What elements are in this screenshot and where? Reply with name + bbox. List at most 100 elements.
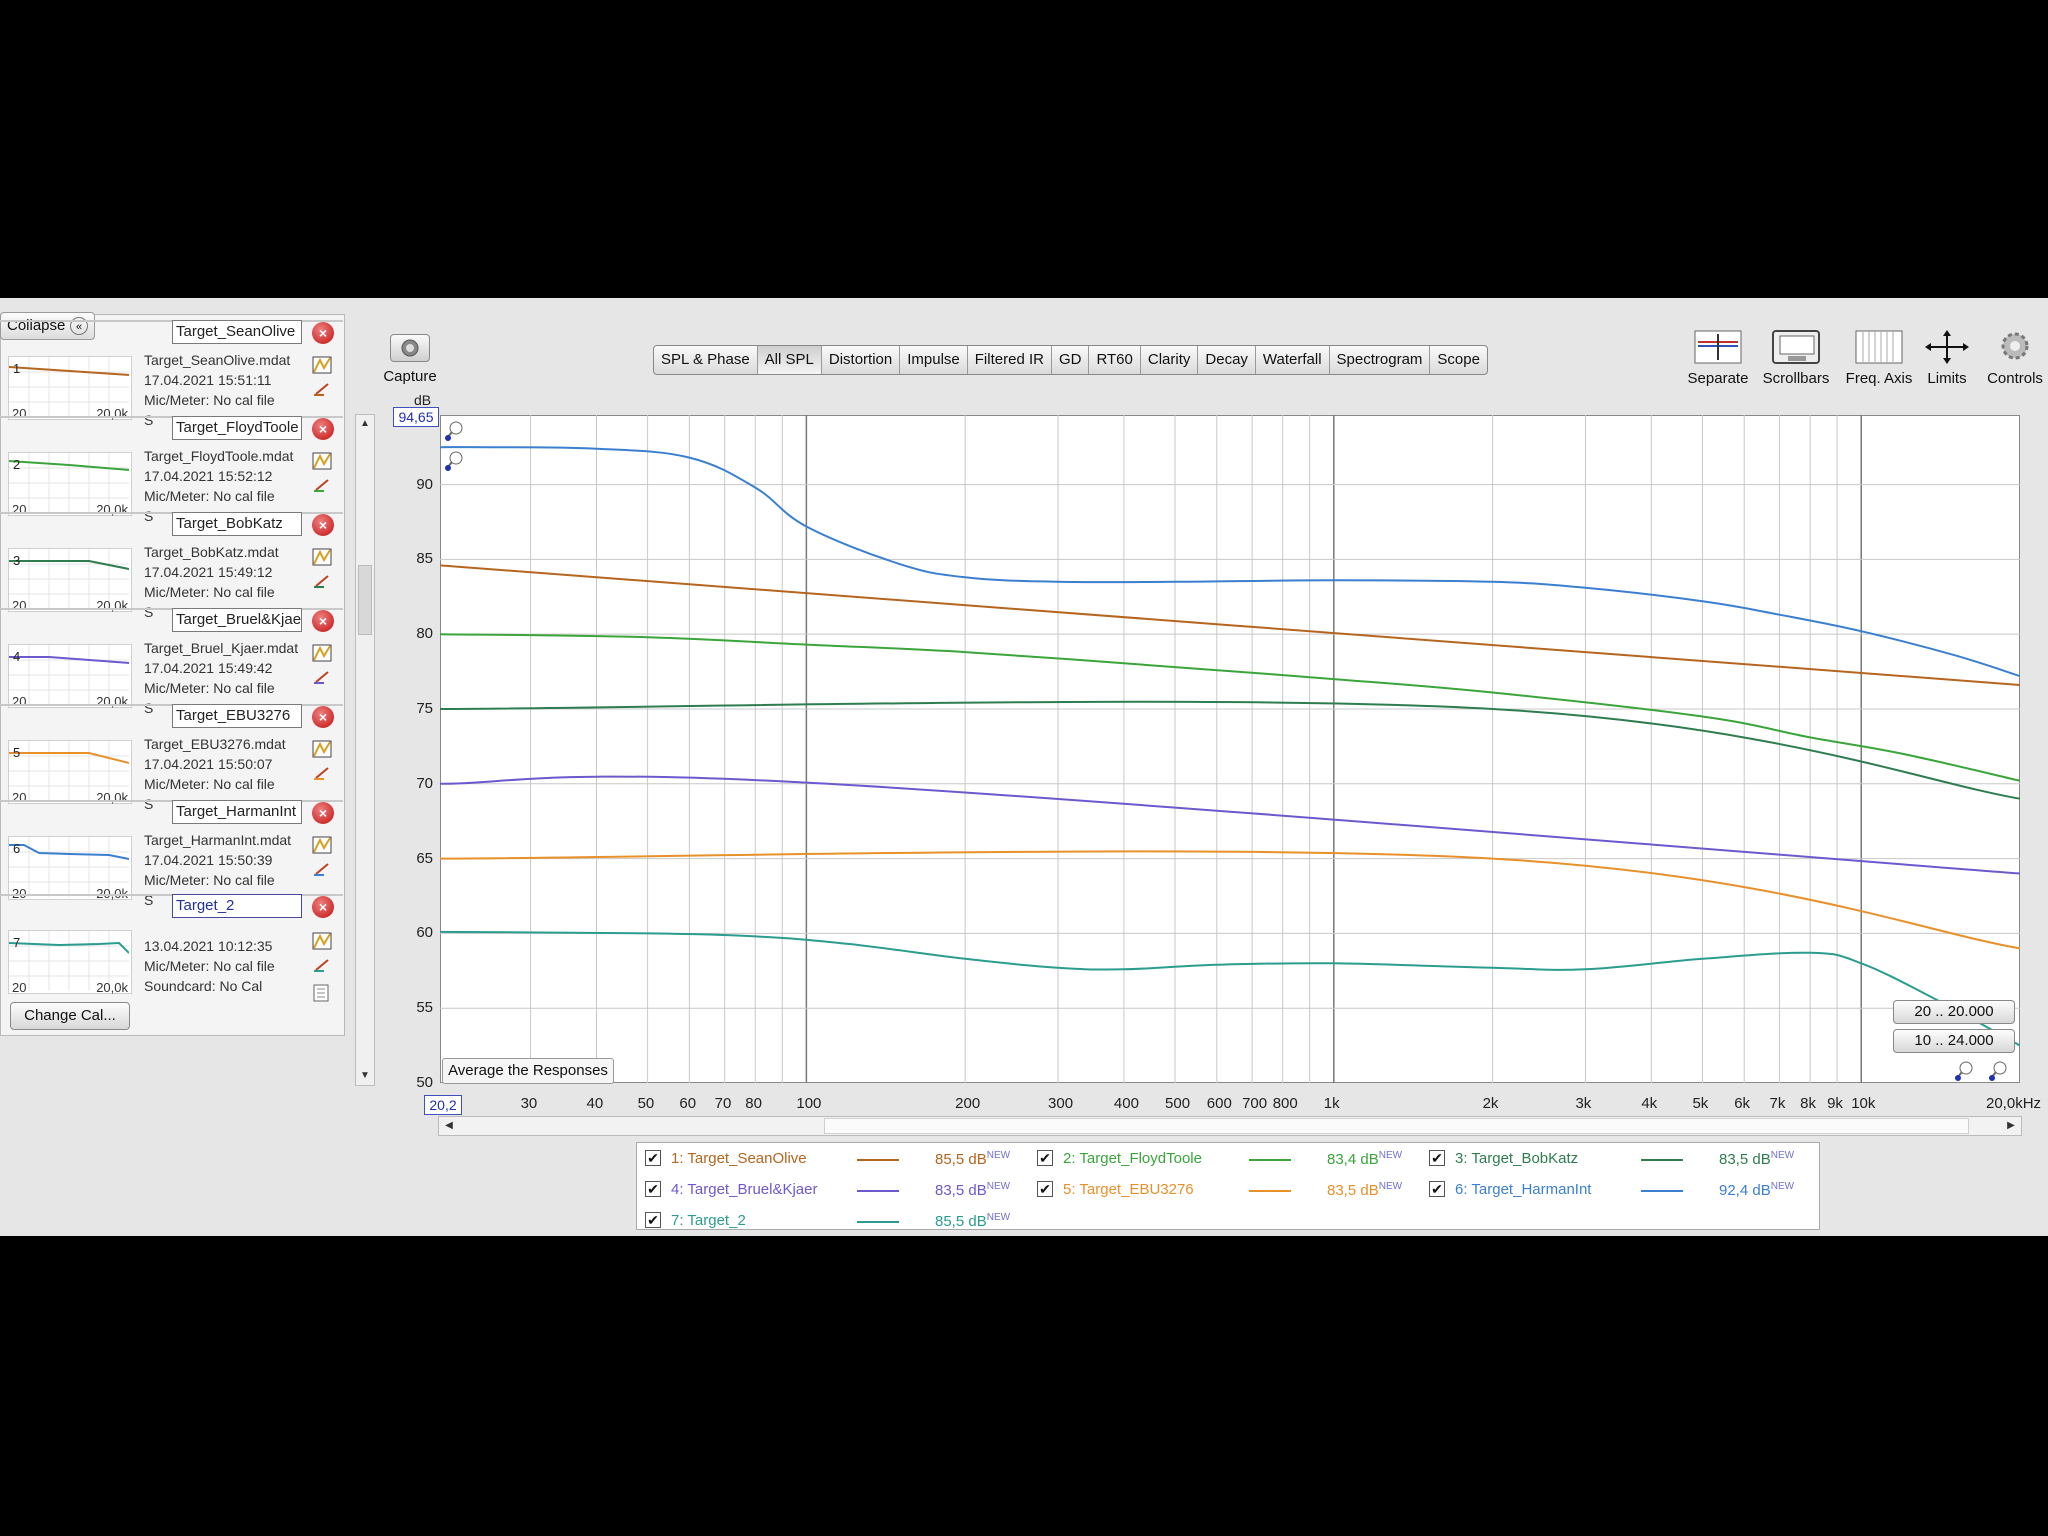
legend-checkbox[interactable]: ✔ <box>1429 1181 1445 1197</box>
measurement-settings-icon[interactable] <box>312 836 332 854</box>
legend-item[interactable]: ✔ 1: Target_SeanOlive 85,5 dBNEW <box>639 1147 1031 1171</box>
tab-filtered-ir[interactable]: Filtered IR <box>968 346 1052 374</box>
measurement-settings-icon[interactable] <box>312 644 332 662</box>
legend-item[interactable]: ✔ 6: Target_HarmanInt 92,4 dBNEW <box>1423 1178 1815 1202</box>
measurement-row[interactable]: 62020,0k Target_HarmanInt × Target_HarmanIn… <box>0 800 343 908</box>
tab-decay[interactable]: Decay <box>1198 346 1256 374</box>
tab-spl-phase[interactable]: SPL & Phase <box>654 346 758 374</box>
range-20-20000-button[interactable]: 20 .. 20.000 <box>1893 1000 2015 1024</box>
measurement-name-input[interactable]: Target_2 <box>172 894 302 918</box>
measurement-name-input[interactable]: Target_EBU3276 <box>172 704 302 728</box>
legend-item[interactable]: ✔ 3: Target_BobKatz 83,5 dBNEW <box>1423 1147 1815 1171</box>
measurement-row[interactable]: 7 20 20,0k Target_2 × 13.04.2021 10:12:35 Mic/… <box>0 894 343 1002</box>
tab-rt60[interactable]: RT60 <box>1089 346 1141 374</box>
average-responses-button[interactable]: Average the Responses <box>442 1058 614 1084</box>
tool-separate[interactable]: Separate <box>1683 330 1753 387</box>
tab-impulse[interactable]: Impulse <box>900 346 968 374</box>
tab-waterfall[interactable]: Waterfall <box>1256 346 1330 374</box>
delete-measurement-icon[interactable]: × <box>312 706 334 728</box>
tab-distortion[interactable]: Distortion <box>822 346 901 374</box>
trace-color-pen-icon[interactable] <box>312 670 332 684</box>
horizontal-scrollbar[interactable]: ◀ ▶ <box>438 1116 2022 1136</box>
measurement-thumbnail[interactable]: 62020,0k <box>8 836 132 901</box>
measurement-row[interactable]: 4 20 20,0k Target_Bruel&Kjaer × Target_Bruel_… <box>0 608 343 716</box>
tool-controls[interactable]: Controls <box>1985 330 2045 387</box>
notes-icon[interactable] <box>312 984 332 1002</box>
delete-measurement-icon[interactable]: × <box>312 514 334 536</box>
delete-measurement-icon[interactable]: × <box>312 418 334 440</box>
delete-measurement-icon[interactable]: × <box>312 802 334 824</box>
measurement-thumbnail[interactable]: 5 20 20,0k <box>8 740 132 805</box>
scroll-down-icon[interactable]: ▼ <box>356 1067 374 1085</box>
delete-measurement-icon[interactable]: × <box>312 610 334 632</box>
measurement-settings-icon[interactable] <box>312 452 332 470</box>
measurement-thumbnail[interactable]: 2 20 20,0k <box>8 452 132 517</box>
range-10-24000-button[interactable]: 10 .. 24.000 <box>1893 1029 2015 1053</box>
measurement-row[interactable]: 5 20 20,0k Target_EBU3276 × Target_EBU3276.md… <box>0 704 343 812</box>
x-axis-left-value[interactable]: 20,2 <box>424 1095 462 1115</box>
measurement-thumbnail[interactable]: 1 20 20,0k <box>8 356 132 421</box>
scrollbar-thumb[interactable] <box>358 565 372 635</box>
graph-tabs: SPL & Phase All SPL Distortion Impulse Filte… <box>653 345 1488 375</box>
legend-checkbox[interactable]: ✔ <box>1037 1150 1053 1166</box>
measurement-thumbnail[interactable]: 7 20 20,0k <box>8 930 132 995</box>
tab-gd[interactable]: GD <box>1052 346 1090 374</box>
x-tick-label: 100 <box>796 1095 822 1112</box>
legend-checkbox[interactable]: ✔ <box>645 1212 661 1228</box>
trace-color-pen-icon[interactable] <box>312 382 332 396</box>
delete-measurement-icon[interactable]: × <box>312 896 334 918</box>
legend-checkbox[interactable]: ✔ <box>1037 1181 1053 1197</box>
measurement-name-input[interactable]: Target_BobKatz <box>172 512 302 536</box>
zoom-in-y-icon[interactable] <box>444 420 464 442</box>
spl-graph[interactable] <box>440 415 2020 1083</box>
legend-checkbox[interactable]: ✔ <box>645 1150 661 1166</box>
measurement-name-input[interactable]: Target_FloydToole <box>172 416 302 440</box>
measurement-row[interactable]: 1 20 20,0k Target_SeanOlive × Target_SeanOliv… <box>0 320 343 428</box>
measurement-name-input[interactable]: Target_Bruel&Kjaer <box>172 608 302 632</box>
legend-item[interactable]: ✔ 4: Target_Bruel&Kjaer 83,5 dBNEW <box>639 1178 1031 1202</box>
measurements-scrollbar[interactable]: ▲ ▼ <box>355 414 375 1086</box>
change-cal-button[interactable]: Change Cal... <box>10 1002 130 1030</box>
measurement-settings-icon[interactable] <box>312 356 332 374</box>
trace-color-pen-icon[interactable] <box>312 766 332 780</box>
measurement-thumbnail[interactable]: 3 20 20,0k <box>8 548 132 613</box>
trace-color-pen-icon[interactable] <box>312 862 332 876</box>
legend-checkbox[interactable]: ✔ <box>645 1181 661 1197</box>
y-tick-label: 90 <box>416 475 433 493</box>
zoom-out-y-icon[interactable] <box>444 450 464 472</box>
measurement-settings-icon[interactable] <box>312 740 332 758</box>
legend-item[interactable]: ✔ 5: Target_EBU3276 83,5 dBNEW <box>1031 1178 1423 1202</box>
tool-scrollbars[interactable]: Scrollbars <box>1760 330 1832 387</box>
scroll-right-icon[interactable]: ▶ <box>2001 1117 2021 1135</box>
trace-color-pen-icon[interactable] <box>312 958 332 972</box>
measurement-row[interactable]: 3 20 20,0k Target_BobKatz × Target_BobKatz.md… <box>0 512 343 620</box>
measurement-name-input[interactable]: Target_HarmanInt <box>172 800 302 824</box>
legend-checkbox[interactable]: ✔ <box>1429 1150 1445 1166</box>
tab-all-spl[interactable]: All SPL <box>757 346 822 374</box>
tab-spectrogram[interactable]: Spectrogram <box>1330 346 1431 374</box>
tab-scope[interactable]: Scope <box>1430 346 1487 374</box>
y-axis-top-value[interactable]: 94,65 <box>393 407 439 427</box>
measurement-settings-icon[interactable] <box>312 548 332 566</box>
measurement-date: 17.04.2021 15:50:39 <box>144 852 273 868</box>
legend-item[interactable]: ✔ 7: Target_2 85,5 dBNEW <box>639 1209 1031 1233</box>
measurement-mic-cal: Mic/Meter: No cal file <box>144 680 275 696</box>
scroll-up-icon[interactable]: ▲ <box>356 415 374 433</box>
measurement-name-input[interactable]: Target_SeanOlive <box>172 320 302 344</box>
trace-color-pen-icon[interactable] <box>312 574 332 588</box>
horizontal-scrollbar-thumb[interactable] <box>824 1118 1969 1134</box>
measurement-row[interactable]: 2 20 20,0k Target_FloydToole × Target_FloydTo… <box>0 416 343 524</box>
tab-clarity[interactable]: Clarity <box>1141 346 1199 374</box>
x-tick-label: 30 <box>520 1095 538 1112</box>
zoom-in-x-icon[interactable] <box>1954 1060 1974 1082</box>
measurement-settings-icon[interactable] <box>312 932 332 950</box>
scroll-left-icon[interactable]: ◀ <box>439 1117 459 1135</box>
delete-measurement-icon[interactable]: × <box>312 322 334 344</box>
measurement-thumbnail[interactable]: 4 20 20,0k <box>8 644 132 709</box>
trace-color-pen-icon[interactable] <box>312 478 332 492</box>
tool-limits[interactable]: Limits <box>1915 330 1979 387</box>
legend-line-swatch <box>1249 1159 1291 1161</box>
legend-item[interactable]: ✔ 2: Target_FloydToole 83,4 dBNEW <box>1031 1147 1423 1171</box>
zoom-out-x-icon[interactable] <box>1988 1060 2008 1082</box>
capture-button[interactable]: Capture <box>380 334 440 388</box>
